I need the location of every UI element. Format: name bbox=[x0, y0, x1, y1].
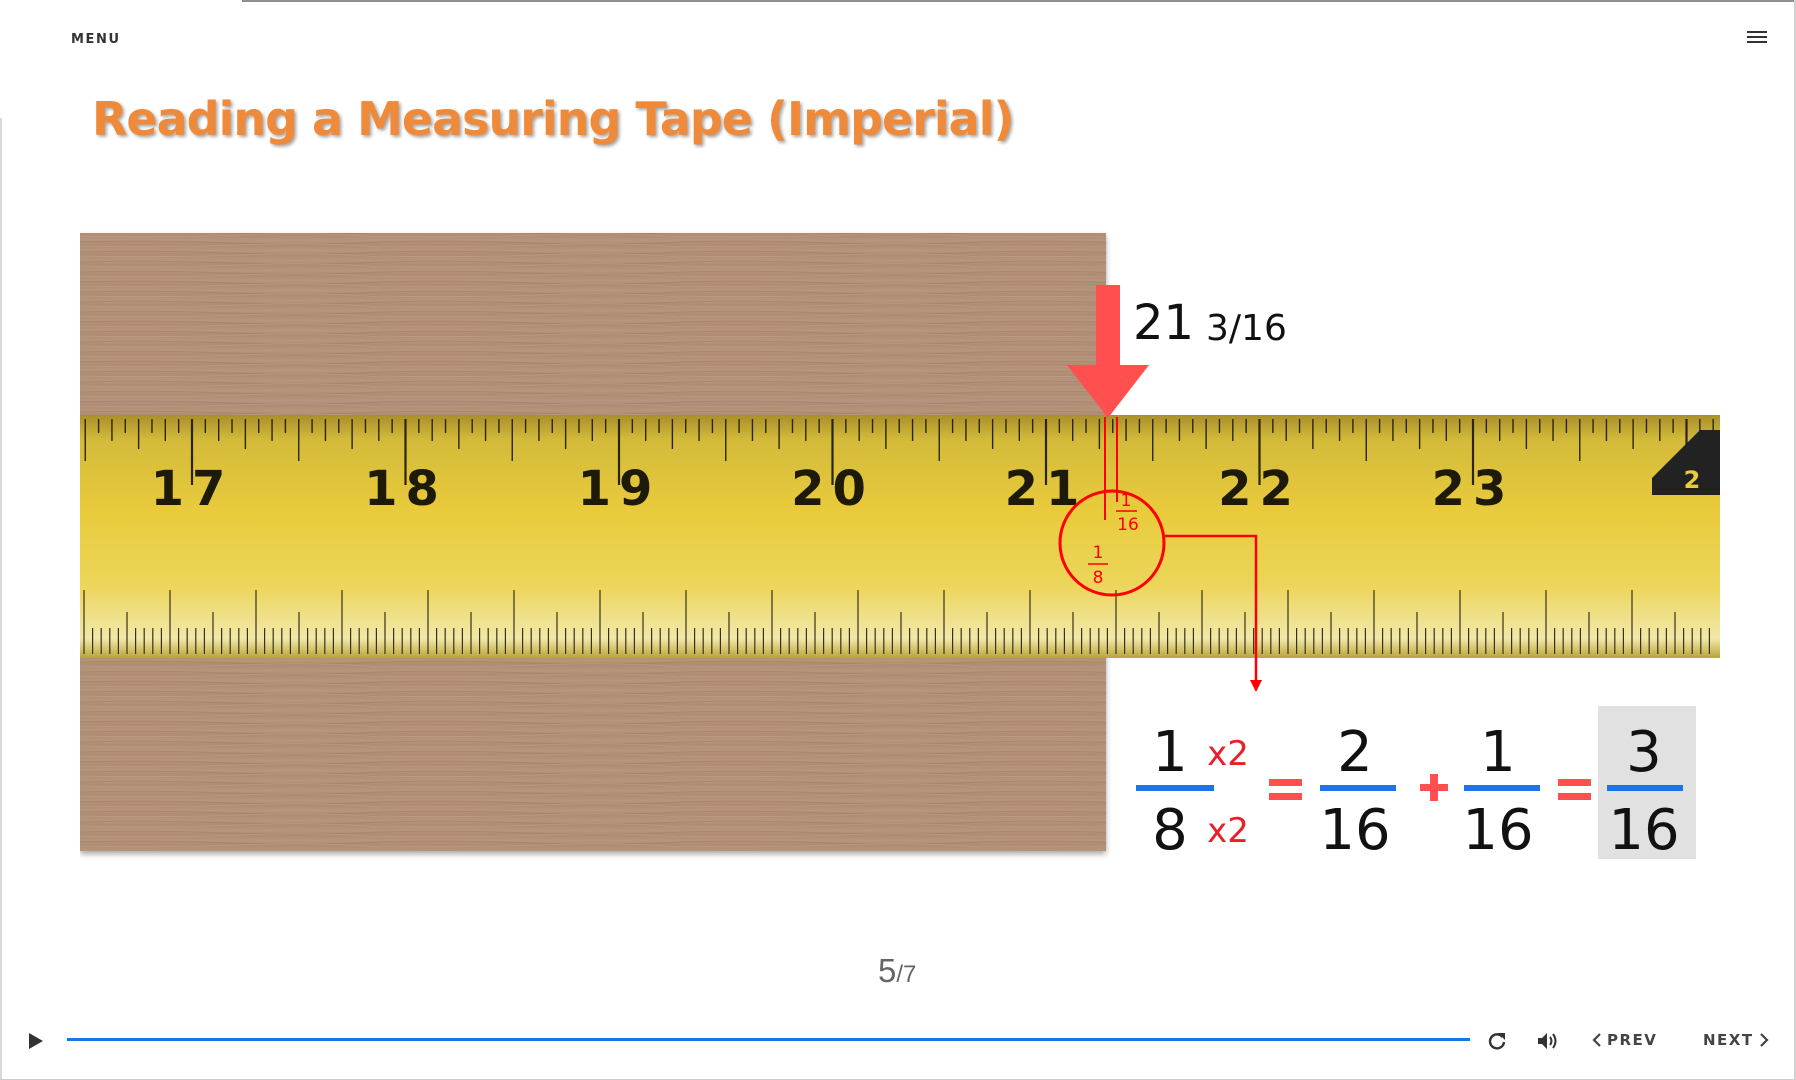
eq-f1-den: 8 bbox=[1152, 798, 1188, 863]
play-icon bbox=[29, 1033, 43, 1049]
menu-button[interactable]: MENU bbox=[71, 32, 121, 47]
next-label: NEXT bbox=[1703, 1031, 1754, 1049]
prev-button[interactable]: PREV bbox=[1592, 1031, 1657, 1049]
zoom-eighth-num: 1 bbox=[1093, 543, 1104, 563]
tape-number: 23 bbox=[1432, 461, 1515, 517]
eq-mult-top: x2 bbox=[1207, 734, 1249, 774]
tape-end-badge-label: 2 bbox=[1684, 466, 1701, 494]
tape-number: 20 bbox=[791, 461, 874, 517]
tape-number: 19 bbox=[578, 461, 661, 517]
eq-f4-num: 3 bbox=[1626, 720, 1662, 785]
next-button[interactable]: NEXT bbox=[1703, 1031, 1769, 1049]
zoom-eighth-den: 8 bbox=[1093, 568, 1104, 588]
eq-f4-den: 16 bbox=[1608, 798, 1679, 863]
volume-icon bbox=[1538, 1033, 1557, 1049]
eq-f1-num: 1 bbox=[1152, 720, 1188, 785]
play-button[interactable] bbox=[24, 1030, 46, 1052]
eq-f2-den: 16 bbox=[1319, 798, 1390, 863]
eq-mult-bottom: x2 bbox=[1207, 811, 1249, 851]
eq-f3-num: 1 bbox=[1480, 720, 1516, 785]
zoom-sixteenth-den: 16 bbox=[1117, 515, 1139, 535]
progress-fill bbox=[67, 1038, 1470, 1041]
replay-button[interactable] bbox=[1485, 1029, 1509, 1053]
zoom-sixteenth-num: 1 bbox=[1121, 491, 1132, 511]
progress-bar[interactable] bbox=[67, 1038, 1470, 1041]
measurement-fraction: 3/16 bbox=[1206, 308, 1287, 349]
measuring-tape-illustration: 17181920212223 2 21 3/16 1 16 1 8 bbox=[80, 220, 1720, 890]
slide-title: Reading a Measuring Tape (Imperial) bbox=[92, 92, 1014, 146]
tape-number: 17 bbox=[151, 461, 234, 517]
tape-number: 22 bbox=[1218, 461, 1301, 517]
top-border bbox=[242, 0, 1796, 2]
prev-label: PREV bbox=[1607, 1031, 1658, 1049]
volume-button[interactable] bbox=[1535, 1029, 1561, 1053]
slide-counter-total: /7 bbox=[896, 961, 917, 988]
eq-f3-den: 16 bbox=[1462, 798, 1533, 863]
hamburger-menu-icon[interactable] bbox=[1747, 31, 1767, 45]
chevron-left-icon bbox=[1592, 1033, 1601, 1047]
left-border bbox=[0, 118, 2, 1080]
slide-counter-current: 5 bbox=[878, 952, 897, 989]
slide-counter: 5/7 bbox=[878, 952, 916, 990]
chevron-right-icon bbox=[1759, 1033, 1769, 1047]
replay-icon bbox=[1488, 1033, 1506, 1050]
tape-number: 18 bbox=[364, 461, 447, 517]
measurement-whole: 21 bbox=[1133, 295, 1194, 351]
fraction-equation: 1 8 x2 x2 2 16 1 16 3 16 bbox=[1136, 706, 1696, 863]
eq-f2-num: 2 bbox=[1337, 720, 1373, 785]
